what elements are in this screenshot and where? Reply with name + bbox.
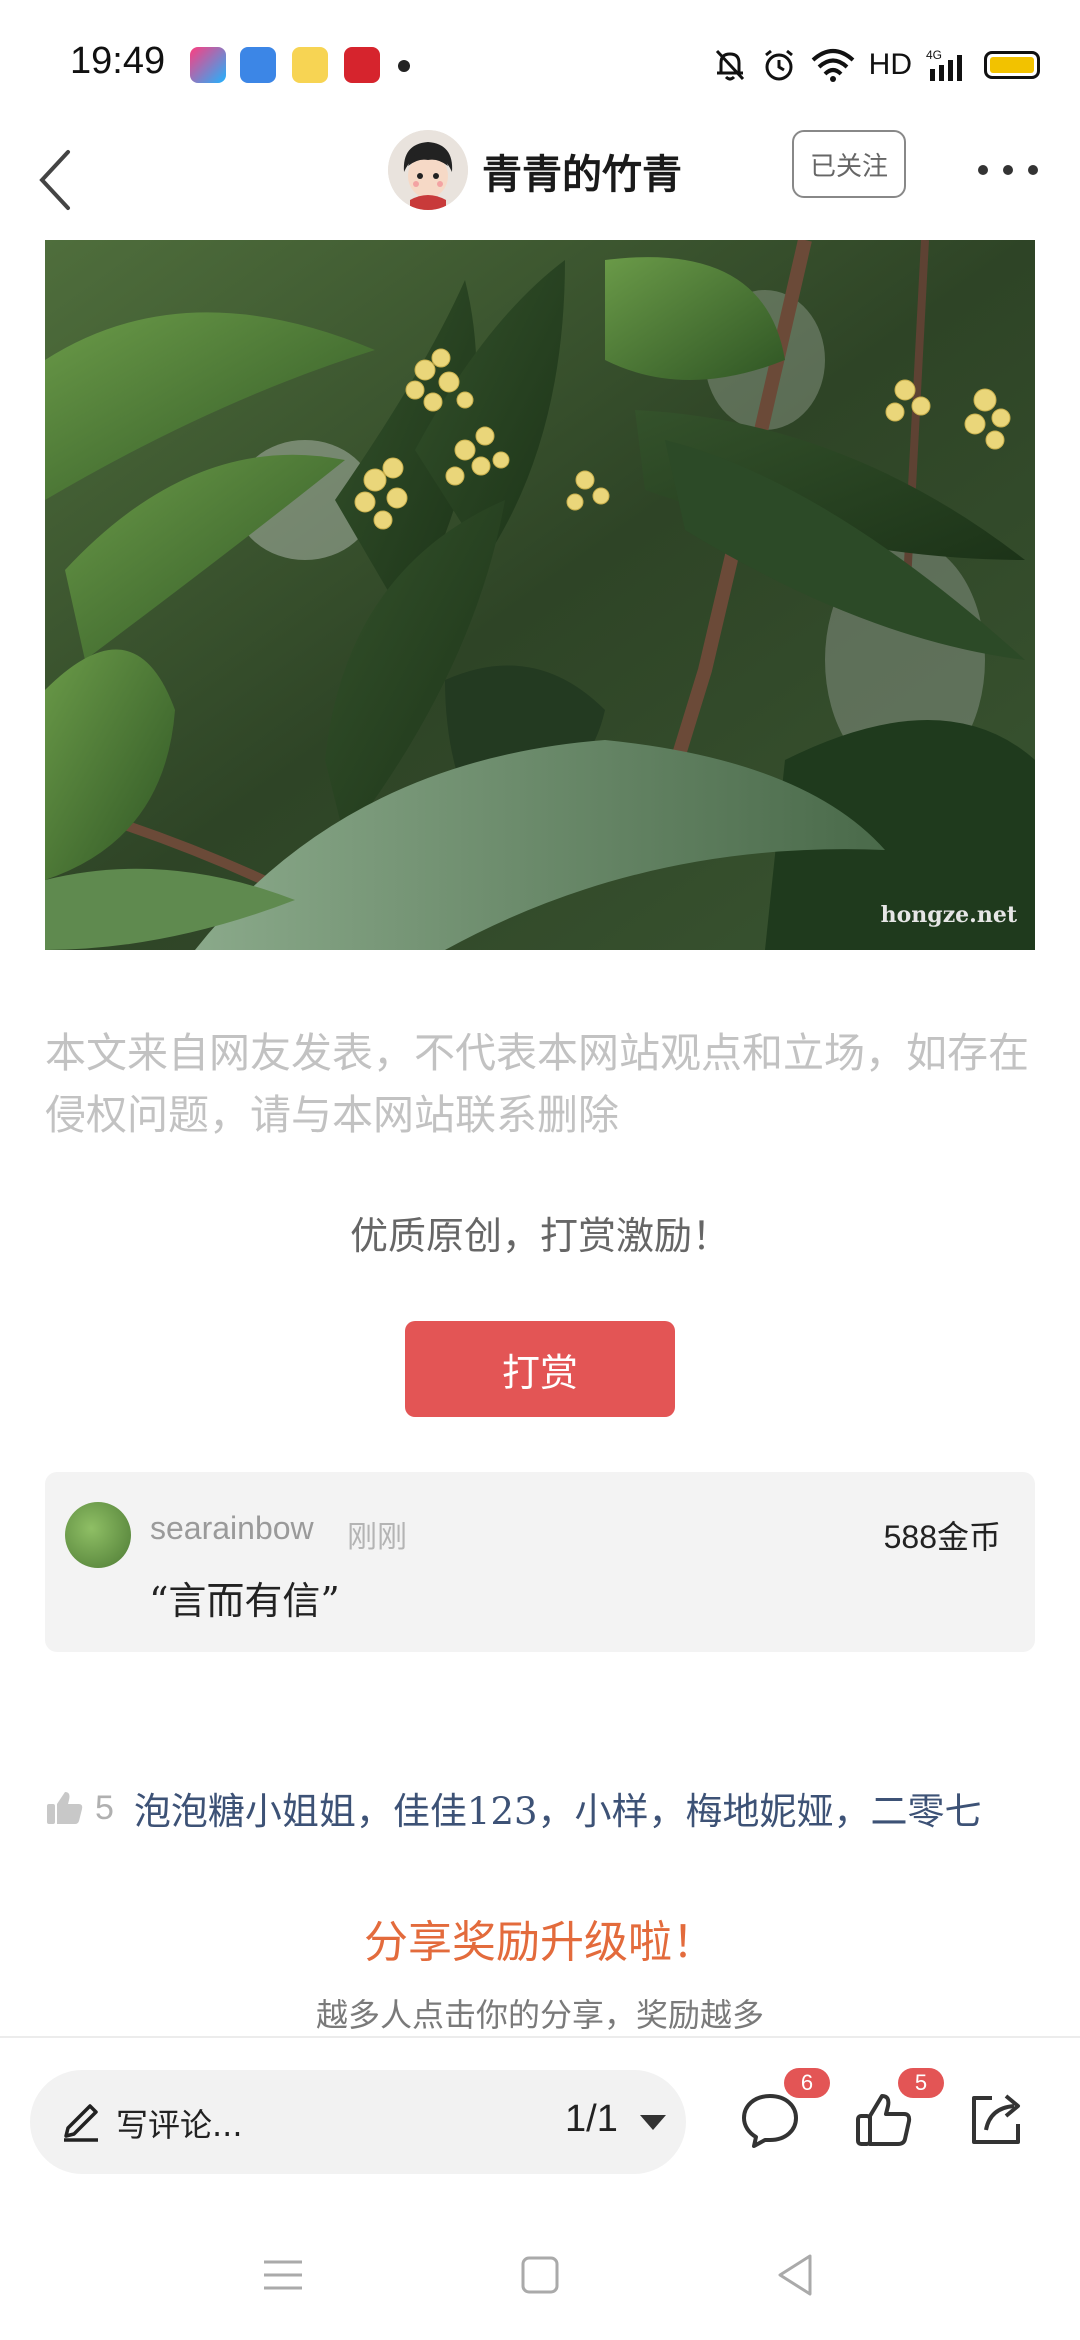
notification-dot-icon bbox=[398, 60, 410, 72]
page-indicator[interactable]: 1/1 bbox=[565, 2098, 618, 2141]
share-icon[interactable] bbox=[964, 2088, 1028, 2152]
cell-signal-icon: 4G bbox=[926, 48, 962, 81]
osmanthus-photo-illustration bbox=[45, 240, 1035, 950]
status-bar: 19:49 HD 4G bbox=[0, 0, 1080, 130]
bottom-action-bar: 写评论... 1/1 6 5 bbox=[0, 2036, 1080, 2210]
likes-row: 5 泡泡糖小姐姐，佳佳123，小样，梅地妮娅，二零七 bbox=[45, 1780, 1045, 1836]
heart-app-icon bbox=[344, 47, 380, 83]
chevron-left-icon bbox=[39, 150, 70, 210]
reward-record-card: searainbow 刚刚 588金币 “言而有信” bbox=[45, 1472, 1035, 1652]
svg-text:4G: 4G bbox=[926, 48, 942, 62]
menu-icon[interactable] bbox=[258, 2250, 308, 2300]
reward-coins: 588金币 bbox=[883, 1519, 1001, 1555]
reward-user-name[interactable]: searainbow bbox=[150, 1510, 314, 1547]
share-promo-title[interactable]: 分享奖励升级啦！ bbox=[0, 1906, 1080, 1970]
thumbs-up-icon[interactable] bbox=[45, 1788, 85, 1828]
reward-user-avatar[interactable] bbox=[65, 1502, 131, 1568]
like-count: 5 bbox=[95, 1788, 114, 1827]
reward-note: 优质原创，打赏激励！ bbox=[349, 1214, 730, 1258]
back-nav-icon[interactable] bbox=[770, 2250, 820, 2300]
pencil-icon bbox=[64, 2104, 98, 2142]
reward-time: 刚刚 bbox=[347, 1520, 407, 1555]
more-dot-icon bbox=[1028, 165, 1038, 175]
caret-down-icon[interactable] bbox=[640, 2115, 666, 2130]
hd-label: HD bbox=[868, 48, 912, 81]
more-options-button[interactable] bbox=[978, 150, 1038, 190]
share-promo-subtitle: 越多人点击你的分享，奖励越多 bbox=[315, 1996, 764, 2034]
like-count-badge: 5 bbox=[898, 2068, 944, 2098]
system-navigation-bar bbox=[0, 2210, 1080, 2340]
like-icon[interactable] bbox=[852, 2088, 916, 2152]
cake-app-icon bbox=[292, 47, 328, 83]
home-icon[interactable] bbox=[515, 2250, 565, 2300]
back-button[interactable] bbox=[26, 140, 86, 220]
article-photo[interactable]: hongze.net bbox=[45, 240, 1035, 950]
comment-count-badge: 6 bbox=[784, 2068, 830, 2098]
status-time: 19:49 bbox=[70, 40, 166, 82]
author-name[interactable]: 青青的竹青 bbox=[482, 142, 682, 200]
system-status-icons: HD 4G bbox=[713, 40, 1040, 90]
comment-icon[interactable] bbox=[738, 2088, 802, 2152]
reward-button[interactable]: 打赏 bbox=[405, 1321, 675, 1417]
youku-app-icon bbox=[190, 47, 226, 83]
reward-message: “言而有信” bbox=[149, 1579, 340, 1623]
mail-app-icon bbox=[240, 47, 276, 83]
more-dot-icon bbox=[978, 165, 988, 175]
author-avatar[interactable] bbox=[388, 130, 468, 210]
mute-bell-icon bbox=[715, 49, 744, 81]
comment-placeholder: 写评论... bbox=[116, 2106, 243, 2144]
wifi-icon bbox=[811, 49, 854, 82]
liker-names[interactable]: 泡泡糖小姐姐，佳佳123，小样，梅地妮娅，二零七 bbox=[134, 1781, 982, 1835]
more-dot-icon bbox=[1003, 165, 1013, 175]
comment-input[interactable]: 写评论... 1/1 bbox=[30, 2070, 686, 2174]
battery-icon bbox=[984, 51, 1040, 79]
nav-bar: 青青的竹青 已关注 bbox=[0, 130, 1080, 240]
follow-button[interactable]: 已关注 bbox=[792, 130, 906, 198]
alarm-icon bbox=[764, 49, 793, 81]
disclaimer-text: 本文来自网友发表，不代表本网站观点和立场，如存在侵权问题，请与本网站联系删除 bbox=[45, 1029, 1029, 1139]
photo-watermark: hongze.net bbox=[880, 902, 1017, 928]
